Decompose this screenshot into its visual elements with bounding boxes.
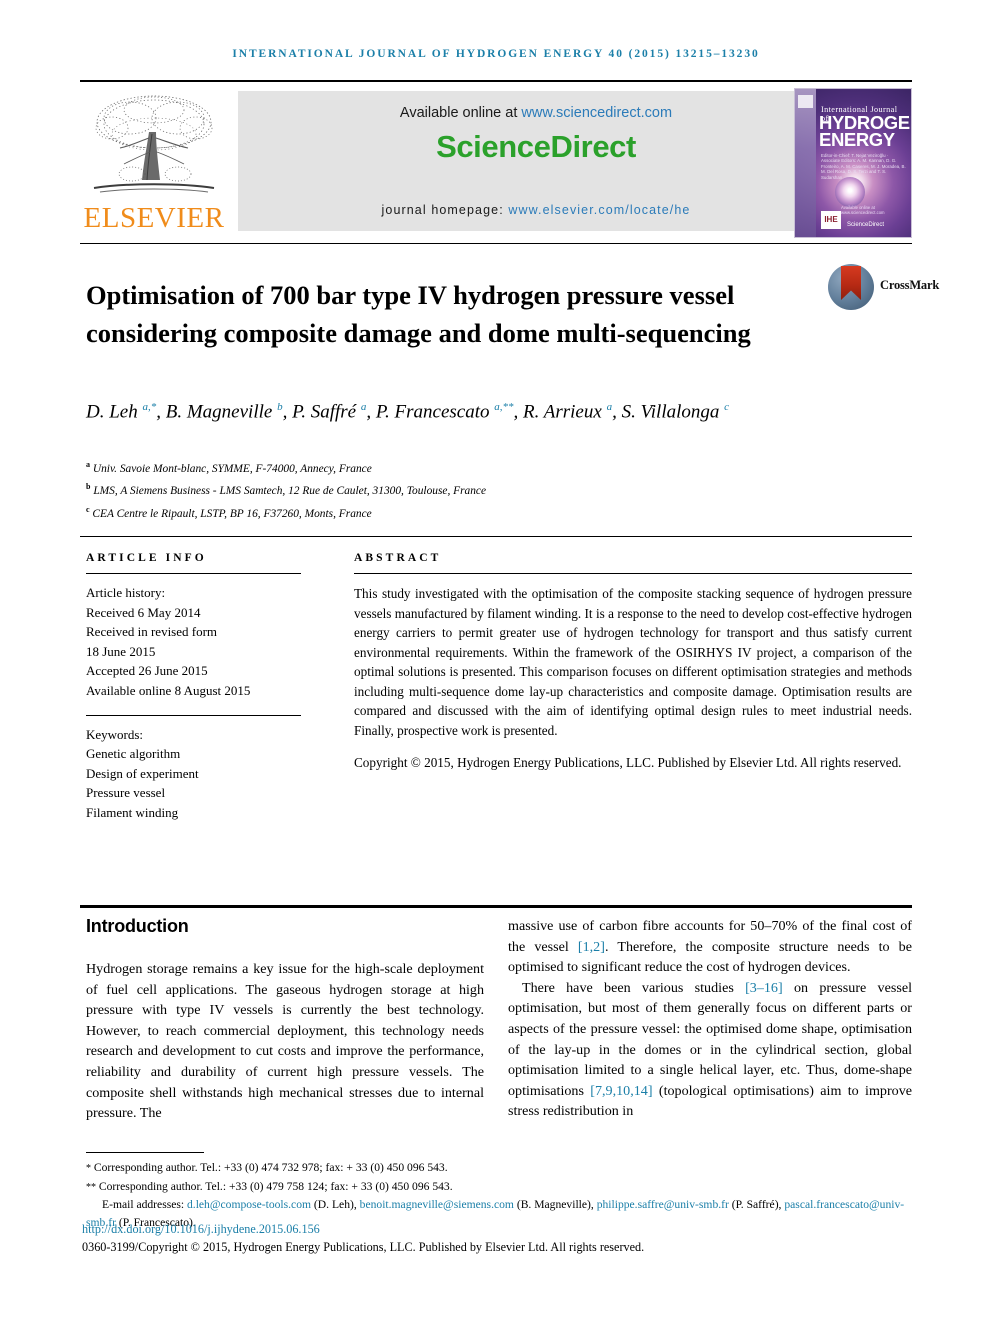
journal-cover-image: International Journal of HYDROGEN ENERGY…	[794, 88, 912, 238]
keyword-item: Design of experiment	[86, 765, 199, 781]
crossmark-badge[interactable]: CrossMark	[828, 264, 939, 312]
available-online-line: Available online at www.sciencedirect.co…	[238, 105, 834, 121]
intro-paragraph-1: Hydrogen storage remains a key issue for…	[86, 961, 484, 1122]
footnote-marker-double-star: **	[86, 1181, 96, 1193]
email-link-magneville[interactable]: benoit.magneville@siemens.com	[360, 1198, 514, 1211]
footnote-marker-single-star: *	[86, 1163, 91, 1174]
email-label: E-mail addresses:	[102, 1198, 187, 1212]
affiliation-marker: c	[86, 504, 90, 514]
cover-spine	[795, 89, 816, 237]
author-list: D. Leh a,*, B. Magneville b, P. Saffré a…	[86, 401, 730, 423]
footnote-text-2: Corresponding author. Tel.: +33 (0) 479 …	[98, 1179, 453, 1193]
keyword-item: Filament winding	[86, 804, 179, 820]
cover-title-line2: ENERGY	[819, 129, 895, 150]
sciencedirect-link[interactable]: www.sciencedirect.com	[521, 105, 672, 121]
page-title: Optimisation of 700 bar type IV hydrogen…	[86, 279, 751, 348]
journal-homepage-link[interactable]: www.elsevier.com/locate/he	[508, 203, 690, 217]
body-top-rule	[80, 905, 912, 908]
cover-orb-graphic	[835, 177, 865, 207]
sciencedirect-banner: Available online at www.sciencedirect.co…	[238, 91, 834, 231]
cover-title-big: HYDROGEN ENERGY	[819, 113, 911, 150]
paper-page: International Journal of Hydrogen Energy…	[0, 0, 992, 1323]
crossmark-label: CrossMark	[880, 278, 940, 292]
abstract-heading: Abstract	[354, 552, 442, 564]
abstract-column: Abstract This study investigated with th…	[354, 552, 912, 786]
intro-paragraph-3: There have been various studies [3–16] o…	[508, 978, 912, 1122]
keyword-item: Genetic algorithm	[86, 746, 181, 762]
article-info-divider	[86, 573, 301, 574]
affiliation-item: b LMS, A Siemens Business - LMS Samtech,…	[86, 478, 876, 500]
available-online-prefix: Available online at	[399, 105, 522, 121]
cover-ihe-badge: IHE	[821, 211, 841, 229]
footnote-corresponding-2: ** Corresponding author. Tel.: +33 (0) 4…	[86, 1178, 912, 1197]
affiliation-marker: b	[86, 482, 91, 492]
sciencedirect-wordmark: ScienceDirect	[436, 129, 636, 164]
history-item: Received 6 May 2014	[86, 604, 201, 620]
journal-homepage-prefix: journal homepage:	[381, 203, 509, 217]
affiliation-text: LMS, A Siemens Business - LMS Samtech, 1…	[93, 485, 487, 498]
history-item: Available online 8 August 2015	[86, 682, 251, 698]
article-info-heading: Article info	[86, 552, 207, 564]
journal-header-band: ELSEVIER Available online at www.science…	[80, 86, 912, 238]
email-person-leh: (D. Leh),	[311, 1198, 360, 1212]
issn-copyright-line: 0360-3199/Copyright © 2015, Hydrogen Ene…	[82, 1240, 645, 1254]
history-item: Accepted 26 June 2015	[86, 663, 208, 679]
affiliation-text: CEA Centre le Ripault, LSTP, BP 16, F372…	[92, 507, 372, 520]
email-link-saffre[interactable]: philippe.saffre@univ-smb.fr	[597, 1198, 729, 1211]
article-history: Article history: Received 6 May 2014 Rec…	[86, 583, 301, 701]
cover-editors: Editor-in-Chief: T. Nejat Veziroğlu · As…	[821, 153, 906, 180]
doi-link[interactable]: http://dx.doi.org/10.1016/j.ijhydene.201…	[82, 1222, 320, 1237]
running-head: International Journal of Hydrogen Energy…	[232, 48, 760, 60]
body-left-column: Introduction Hydrogen storage remains a …	[86, 916, 484, 1124]
para3-text-a: There have been various studies	[522, 979, 746, 996]
email-person-saffre: (P. Saffré),	[728, 1198, 785, 1212]
citation-ref-1-2[interactable]: [1,2]	[578, 939, 605, 955]
cover-footer-note: Available online at www.sciencedirect.co…	[841, 205, 885, 215]
citation-ref-3-16[interactable]: [3–16]	[745, 980, 783, 996]
elsevier-logo: ELSEVIER	[80, 86, 228, 238]
keywords-block: Keywords: Genetic algorithm Design of ex…	[86, 725, 301, 823]
affiliation-item: c CEA Centre le Ripault, LSTP, BP 16, F3…	[86, 501, 876, 523]
journal-homepage-line: journal homepage: www.elsevier.com/locat…	[238, 203, 834, 217]
footnote-corresponding-1: * Corresponding author. Tel.: +33 (0) 47…	[86, 1159, 912, 1178]
cover-sciencedirect-mini: ScienceDirect	[847, 222, 885, 228]
header-top-rule	[80, 80, 912, 82]
abstract-divider	[354, 573, 912, 574]
footnote-block: * Corresponding author. Tel.: +33 (0) 47…	[86, 1159, 912, 1231]
history-item: Received in revised form	[86, 624, 218, 640]
elsevier-tree-icon	[93, 95, 215, 193]
affiliation-item: a Univ. Savoie Mont-blanc, SYMME, F-7400…	[86, 456, 876, 478]
footnote-text-1: Corresponding author. Tel.: +33 (0) 474 …	[93, 1161, 448, 1174]
keywords-divider	[86, 714, 301, 716]
intro-paragraph-2: massive use of carbon fibre accounts for…	[508, 916, 912, 978]
affiliation-marker: a	[86, 460, 90, 469]
citation-ref-7-9-10-14[interactable]: [7,9,10,14]	[590, 1083, 652, 1099]
cover-elsevier-mark	[798, 95, 813, 108]
affiliation-text: Univ. Savoie Mont-blanc, SYMME, F-74000,…	[92, 462, 372, 475]
header-bottom-rule	[80, 243, 912, 244]
keywords-heading: Keywords:	[86, 726, 144, 742]
affiliation-list: a Univ. Savoie Mont-blanc, SYMME, F-7400…	[86, 456, 876, 523]
para3-text-b: on pressure vessel optimisation, but mos…	[508, 979, 912, 1099]
section-heading-introduction: Introduction	[86, 916, 189, 936]
article-history-heading: Article history:	[86, 585, 166, 600]
article-info-column: Article info Article history: Received 6…	[86, 552, 301, 823]
abstract-copyright: Copyright © 2015, Hydrogen Energy Public…	[354, 755, 902, 771]
abstract-text: This study investigated with the optimis…	[354, 586, 912, 738]
body-right-column: massive use of carbon fibre accounts for…	[508, 916, 912, 1122]
keyword-item: Pressure vessel	[86, 785, 166, 801]
elsevier-wordmark: ELSEVIER	[83, 202, 225, 234]
email-link-leh[interactable]: d.leh@compose-tools.com	[187, 1198, 311, 1211]
email-person-magneville: (B. Magneville),	[513, 1198, 597, 1212]
info-block-top-rule	[80, 536, 912, 537]
footnote-rule	[86, 1152, 204, 1153]
history-item: 18 June 2015	[86, 643, 156, 659]
